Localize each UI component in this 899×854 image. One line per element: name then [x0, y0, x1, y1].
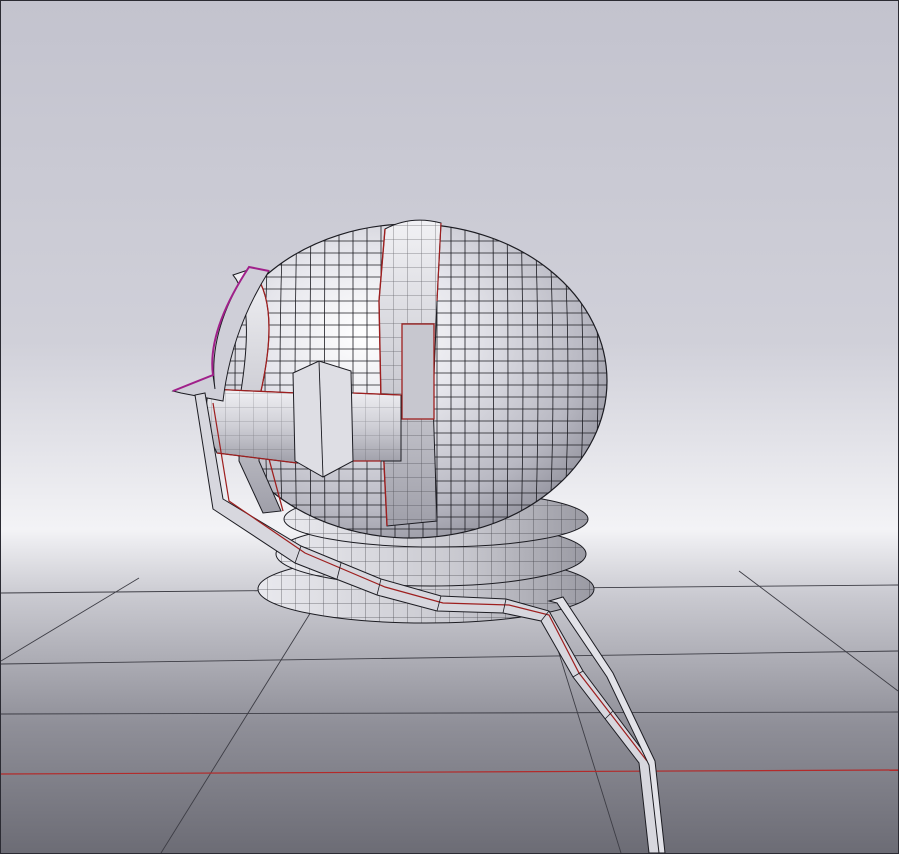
helmet-crest-band[interactable]	[378, 219, 442, 527]
viewport-canvas[interactable]	[1, 1, 898, 853]
3d-viewport[interactable]	[0, 0, 899, 854]
